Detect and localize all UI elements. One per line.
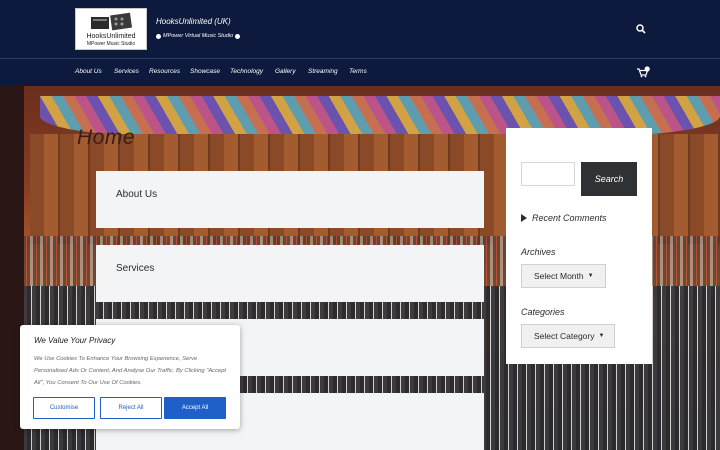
archives-select[interactable]: Select Month ▼ xyxy=(521,264,606,288)
content-card-services[interactable]: Services xyxy=(96,245,484,302)
archives-title: Archives xyxy=(521,247,556,257)
site-header: HooksUnlimited MPower Music Studio Hooks… xyxy=(0,0,720,58)
main-nav: About Us Services Resources Showcase Tec… xyxy=(0,59,720,86)
logo-graphic xyxy=(91,12,133,31)
categories-select[interactable]: Select Category ▼ xyxy=(521,324,615,348)
dot-icon xyxy=(156,33,161,39)
nav-item-streaming[interactable]: Streaming xyxy=(308,68,338,75)
nav-item-showcase[interactable]: Showcase xyxy=(190,68,220,75)
tagline-text: MPower Virtual Music Studio xyxy=(163,33,234,39)
site-logo[interactable]: HooksUnlimited MPower Music Studio xyxy=(75,8,147,50)
nav-item-services[interactable]: Services xyxy=(114,68,139,75)
site-title[interactable]: HooksUnlimited (UK) xyxy=(156,17,231,26)
chevron-down-icon: ▼ xyxy=(587,273,594,279)
categories-title: Categories xyxy=(521,307,565,317)
nav-item-technology[interactable]: Technology xyxy=(230,68,263,75)
recent-comments-label: Recent Comments xyxy=(532,213,607,223)
cart-icon[interactable] xyxy=(636,66,650,78)
content-card-about-us[interactable]: About Us xyxy=(96,171,484,228)
customise-button[interactable]: Customise xyxy=(33,397,95,419)
nav-item-about-us[interactable]: About Us xyxy=(75,68,102,75)
categories-select-value: Select Category xyxy=(534,331,595,341)
search-button[interactable]: Search xyxy=(581,162,637,196)
cookie-title: We Value Your Privacy xyxy=(34,336,116,345)
logo-sub-text: MPower Music Studio xyxy=(86,41,136,47)
chevron-down-icon: ▼ xyxy=(598,333,605,339)
card-title[interactable]: Services xyxy=(116,263,154,274)
recent-comments-toggle[interactable]: Recent Comments xyxy=(521,213,607,223)
page-title: Home xyxy=(77,126,136,149)
search-icon[interactable] xyxy=(636,24,646,34)
cookie-text: We Use Cookies To Enhance Your Browsing … xyxy=(34,356,227,386)
card-title[interactable]: About Us xyxy=(116,189,157,200)
accept-all-button[interactable]: Accept All xyxy=(164,397,226,419)
cookie-consent-banner: We Value Your Privacy We Use Cookies To … xyxy=(20,325,240,429)
dot-icon xyxy=(235,33,241,39)
archives-select-value: Select Month xyxy=(534,271,584,281)
nav-item-resources[interactable]: Resources xyxy=(149,68,180,75)
search-input[interactable] xyxy=(521,162,575,186)
reject-all-button[interactable]: Reject All xyxy=(100,397,162,419)
logo-main-text: HooksUnlimited xyxy=(86,33,136,40)
nav-item-gallery[interactable]: Gallery xyxy=(275,68,296,75)
site-tagline: MPower Virtual Music Studio xyxy=(156,33,241,39)
nav-item-terms[interactable]: Terms xyxy=(349,68,367,75)
sidebar: Search Recent Comments Archives Select M… xyxy=(506,128,652,364)
triangle-right-icon xyxy=(521,214,527,222)
